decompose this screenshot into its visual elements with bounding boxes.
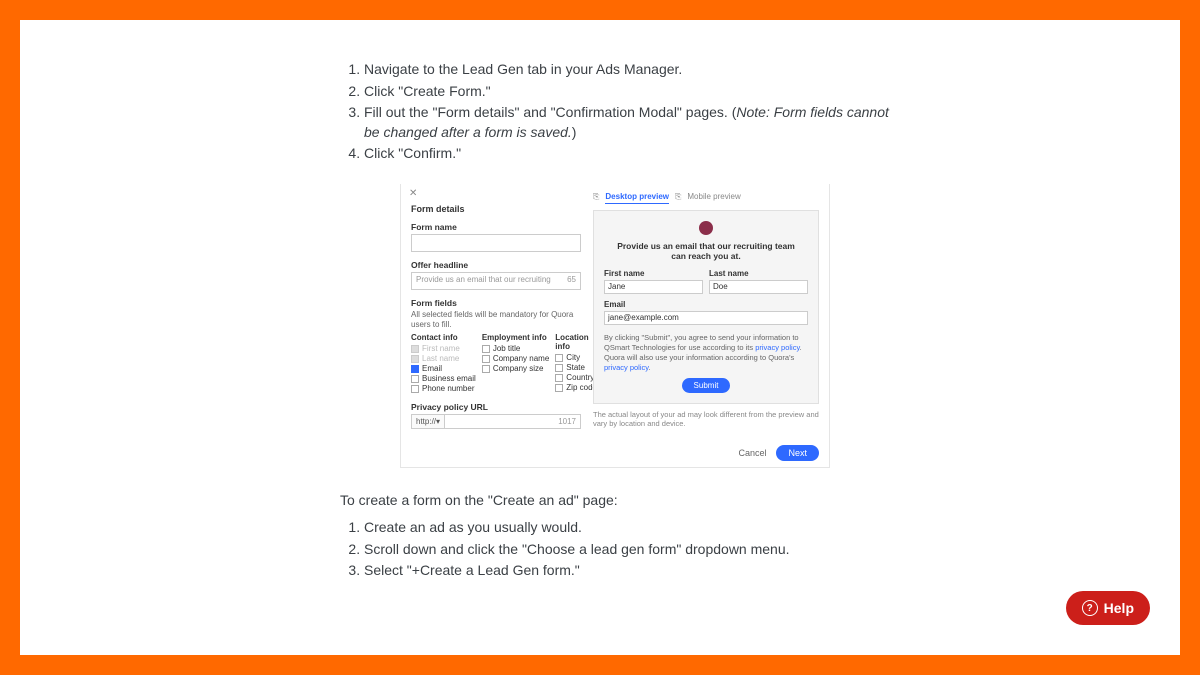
checkbox-label: First name bbox=[422, 344, 460, 353]
first-name-label: First name bbox=[604, 269, 703, 278]
checkbox-business-email[interactable] bbox=[411, 375, 419, 383]
panel-title: Form details bbox=[411, 204, 581, 214]
tab-mobile-preview[interactable]: Mobile preview bbox=[687, 192, 740, 204]
step-text: Fill out the "Form details" and "Confirm… bbox=[364, 104, 736, 120]
checkbox-label: Country bbox=[566, 373, 594, 382]
section-intro: To create a form on the "Create an ad" p… bbox=[340, 492, 900, 508]
step-item: Click "Create Form." bbox=[364, 82, 900, 102]
checkbox-label: State bbox=[566, 363, 585, 372]
checkbox-lastname bbox=[411, 355, 419, 363]
checkbox-company-size[interactable] bbox=[482, 365, 490, 373]
form-fields-columns: Contact info First name Last name Email … bbox=[411, 333, 581, 394]
panel-footer: Cancel Next bbox=[401, 439, 829, 467]
checkbox-label: Company name bbox=[493, 354, 549, 363]
checkbox-email[interactable] bbox=[411, 365, 419, 373]
email-label: Email bbox=[604, 300, 808, 309]
avatar bbox=[699, 221, 713, 235]
preview-note: The actual layout of your ad may look di… bbox=[593, 410, 819, 428]
help-icon: ? bbox=[1082, 600, 1098, 616]
form-left-column: Form details Form name Offer headline Pr… bbox=[411, 192, 581, 429]
step-text: ) bbox=[572, 124, 577, 140]
checkbox-label: Business email bbox=[422, 374, 476, 383]
form-name-input[interactable] bbox=[411, 234, 581, 252]
checkbox-phone[interactable] bbox=[411, 385, 419, 393]
checkbox-firstname bbox=[411, 345, 419, 353]
steps-list-a: Navigate to the Lead Gen tab in your Ads… bbox=[340, 60, 900, 164]
location-info-column: Location info City State Country Zip cod… bbox=[555, 333, 597, 394]
checkbox-jobtitle[interactable] bbox=[482, 345, 490, 353]
step-item: Select "+Create a Lead Gen form." bbox=[364, 561, 900, 581]
checkbox-label: Last name bbox=[422, 354, 459, 363]
contact-info-column: Contact info First name Last name Email … bbox=[411, 333, 476, 394]
col-title: Employment info bbox=[482, 333, 549, 342]
last-name-input[interactable]: Doe bbox=[709, 280, 808, 294]
form-details-panel: ✕ Form details Form name Offer headline … bbox=[400, 184, 830, 468]
offer-headline-input[interactable]: Provide us an email that our recruiting … bbox=[411, 272, 581, 290]
step-item: Click "Confirm." bbox=[364, 144, 900, 164]
checkbox-label: Email bbox=[422, 364, 442, 373]
employment-info-column: Employment info Job title Company name C… bbox=[482, 333, 549, 394]
page-container: Navigate to the Lead Gen tab in your Ads… bbox=[20, 20, 1180, 655]
checkbox-zip[interactable] bbox=[555, 384, 563, 392]
steps-list-b: Create an ad as you usually would. Scrol… bbox=[340, 518, 900, 581]
placeholder-text: Provide us an email that our recruiting bbox=[416, 275, 551, 284]
checkbox-city[interactable] bbox=[555, 354, 563, 362]
preview-tabs: ⎘ Desktop preview ⎘ Mobile preview bbox=[593, 192, 819, 204]
link-icon: ⎘ bbox=[675, 192, 681, 204]
privacy-url-input[interactable]: http://▾ 1017 bbox=[411, 414, 581, 429]
checkbox-label: Job title bbox=[493, 344, 521, 353]
cancel-button[interactable]: Cancel bbox=[738, 448, 766, 458]
col-title: Location info bbox=[555, 333, 597, 351]
col-title: Contact info bbox=[411, 333, 476, 342]
form-name-label: Form name bbox=[411, 222, 581, 232]
preview-headline: Provide us an email that our recruiting … bbox=[604, 241, 808, 261]
url-field[interactable]: 1017 bbox=[445, 414, 581, 429]
help-button[interactable]: ? Help bbox=[1066, 591, 1150, 625]
url-protocol[interactable]: http://▾ bbox=[411, 414, 445, 429]
step-item: Navigate to the Lead Gen tab in your Ads… bbox=[364, 60, 900, 80]
checkbox-label: Company size bbox=[493, 364, 544, 373]
offer-headline-label: Offer headline bbox=[411, 260, 581, 270]
char-count: 1017 bbox=[558, 417, 576, 426]
checkbox-label: Phone number bbox=[422, 384, 474, 393]
step-item: Scroll down and click the "Choose a lead… bbox=[364, 540, 900, 560]
privacy-policy-link[interactable]: privacy policy bbox=[755, 343, 799, 352]
close-icon[interactable]: ✕ bbox=[409, 188, 417, 199]
last-name-label: Last name bbox=[709, 269, 808, 278]
submit-button[interactable]: Submit bbox=[682, 378, 731, 393]
email-input[interactable]: jane@example.com bbox=[604, 311, 808, 325]
checkbox-company-name[interactable] bbox=[482, 355, 490, 363]
privacy-url-label: Privacy policy URL bbox=[411, 402, 581, 412]
document-content: Navigate to the Lead Gen tab in your Ads… bbox=[340, 60, 900, 581]
next-button[interactable]: Next bbox=[776, 445, 819, 461]
checkbox-label: City bbox=[566, 353, 580, 362]
step-item: Fill out the "Form details" and "Confirm… bbox=[364, 103, 900, 142]
checkbox-country[interactable] bbox=[555, 374, 563, 382]
form-fields-label: Form fields bbox=[411, 298, 581, 308]
preview-column: ⎘ Desktop preview ⎘ Mobile preview Provi… bbox=[593, 192, 819, 429]
char-count: 65 bbox=[567, 275, 576, 284]
disclaimer-text: By clicking "Submit", you agree to send … bbox=[604, 333, 808, 372]
link-icon: ⎘ bbox=[593, 192, 599, 204]
first-name-input[interactable]: Jane bbox=[604, 280, 703, 294]
help-label: Help bbox=[1104, 600, 1134, 616]
tab-desktop-preview[interactable]: Desktop preview bbox=[605, 192, 669, 204]
form-fields-help: All selected fields will be mandatory fo… bbox=[411, 310, 581, 329]
preview-card: Provide us an email that our recruiting … bbox=[593, 210, 819, 404]
checkbox-state[interactable] bbox=[555, 364, 563, 372]
privacy-policy-link[interactable]: privacy policy bbox=[604, 363, 648, 372]
step-item: Create an ad as you usually would. bbox=[364, 518, 900, 538]
